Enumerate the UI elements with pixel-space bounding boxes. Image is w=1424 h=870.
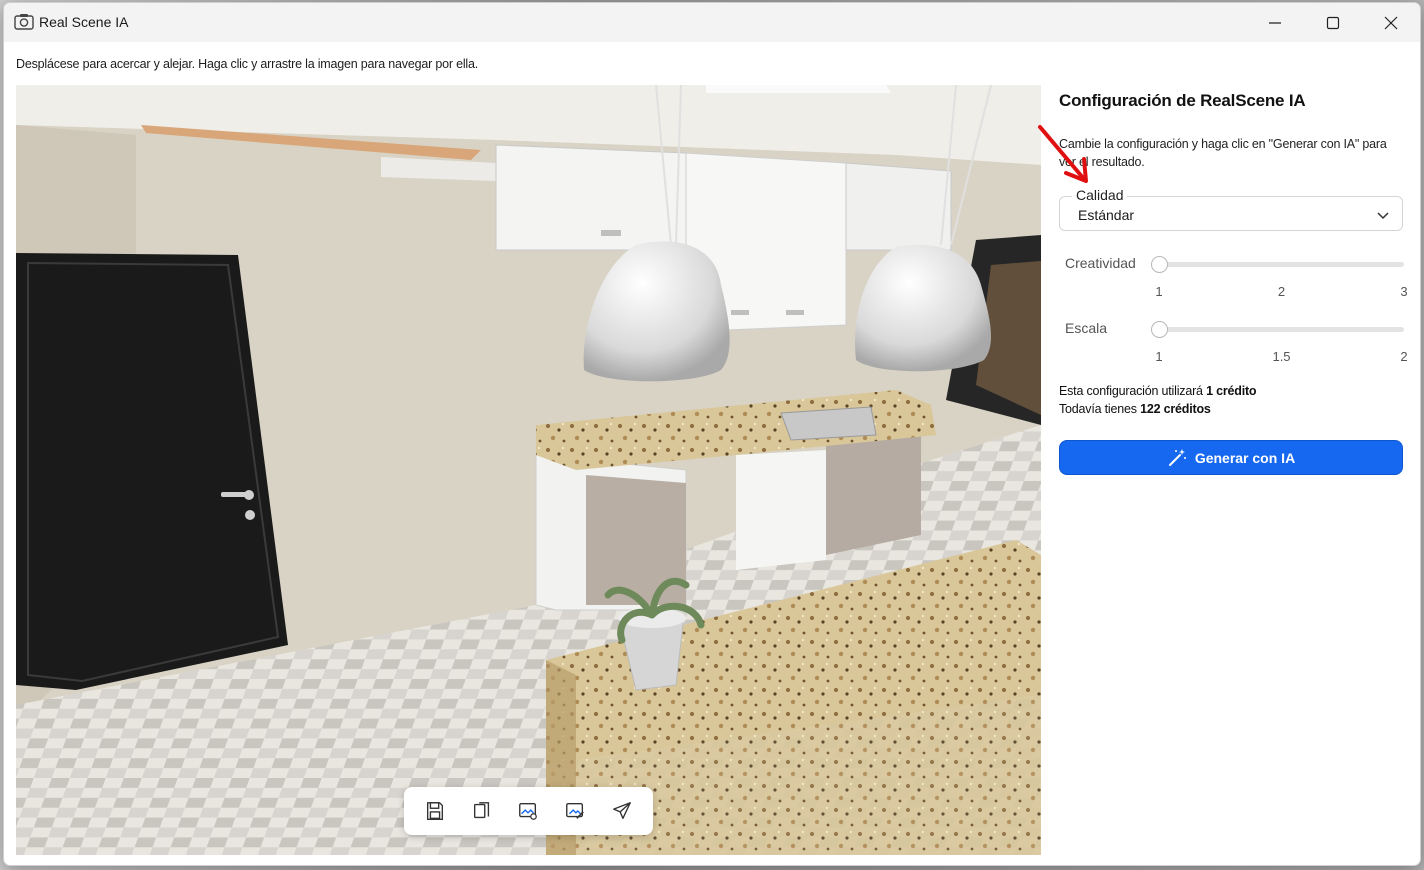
scale-slider-row: Escala 1 1.5 2 xyxy=(1059,320,1408,370)
magic-wand-icon xyxy=(1168,448,1186,466)
generate-ai-button[interactable]: Generar con IA xyxy=(1059,440,1403,475)
credit-usage-line: Esta configuración utilizará 1 crédito xyxy=(1059,382,1257,400)
app-window: Real Scene IA Desplácese para acercar y … xyxy=(3,2,1421,866)
creativity-label: Creatividad xyxy=(1065,255,1136,271)
send-icon xyxy=(612,802,631,820)
panel-description: Cambie la configuración y haga clic en "… xyxy=(1059,137,1387,169)
scene-viewport[interactable] xyxy=(16,85,1041,855)
credit-usage-text: Esta configuración utilizará xyxy=(1059,384,1207,398)
credit-remaining-amount: 122 créditos xyxy=(1140,402,1211,416)
scale-slider[interactable]: 1 1.5 2 xyxy=(1151,321,1408,364)
creativity-tick-3: 3 xyxy=(1400,284,1408,299)
credit-remaining-line: Todavía tienes 122 créditos xyxy=(1059,400,1256,418)
save-icon xyxy=(427,802,444,820)
image-edit-button[interactable] xyxy=(558,794,592,828)
image-settings-icon xyxy=(519,802,538,820)
creativity-tick-1: 1 xyxy=(1155,284,1163,299)
scale-label: Escala xyxy=(1065,320,1108,336)
title-bar[interactable]: Real Scene IA xyxy=(4,3,1420,42)
scale-tick-1: 1 xyxy=(1155,349,1163,364)
generate-ai-label: Generar con IA xyxy=(1194,449,1296,466)
scale-slider-thumb[interactable] xyxy=(1151,321,1168,338)
minimize-button[interactable] xyxy=(1246,3,1304,42)
camera-icon xyxy=(14,14,34,30)
minimize-icon xyxy=(1269,21,1281,24)
image-toolbar xyxy=(404,787,653,835)
quality-label: Calidad xyxy=(1072,187,1128,203)
chevron-down-icon xyxy=(1377,212,1389,220)
credit-usage-amount: 1 crédito xyxy=(1206,384,1257,398)
settings-panel: Configuración de RealScene IA Cambie la … xyxy=(1059,85,1408,855)
save-button[interactable] xyxy=(418,794,452,828)
copy-button[interactable] xyxy=(465,794,499,828)
kitchen-render xyxy=(16,85,1041,855)
close-icon xyxy=(1384,16,1398,29)
scale-tick-3: 2 xyxy=(1400,349,1408,364)
panel-title: Configuración de RealScene IA xyxy=(1059,91,1306,110)
creativity-slider-thumb[interactable] xyxy=(1151,256,1168,273)
image-edit-icon xyxy=(566,802,584,819)
scale-tick-2: 1.5 xyxy=(1272,349,1291,364)
window-title: Real Scene IA xyxy=(39,14,129,30)
creativity-slider[interactable]: 1 2 3 xyxy=(1151,256,1408,299)
quality-select[interactable]: Calidad Estándar xyxy=(1059,187,1403,231)
image-settings-button[interactable] xyxy=(511,794,545,828)
send-button[interactable] xyxy=(605,794,639,828)
quality-value: Estándar xyxy=(1078,207,1135,223)
navigation-hint: Desplácese para acercar y alejar. Haga c… xyxy=(16,57,479,71)
creativity-tick-2: 2 xyxy=(1277,284,1286,299)
close-button[interactable] xyxy=(1362,3,1420,42)
creativity-slider-row: Creatividad 1 2 3 xyxy=(1059,255,1408,305)
credit-info: Esta configuración utilizará 1 crédito T… xyxy=(1059,382,1257,418)
maximize-button[interactable] xyxy=(1304,3,1362,42)
copy-icon xyxy=(473,802,489,819)
credit-remaining-text: Todavía tienes xyxy=(1059,402,1141,416)
maximize-icon xyxy=(1326,16,1340,29)
